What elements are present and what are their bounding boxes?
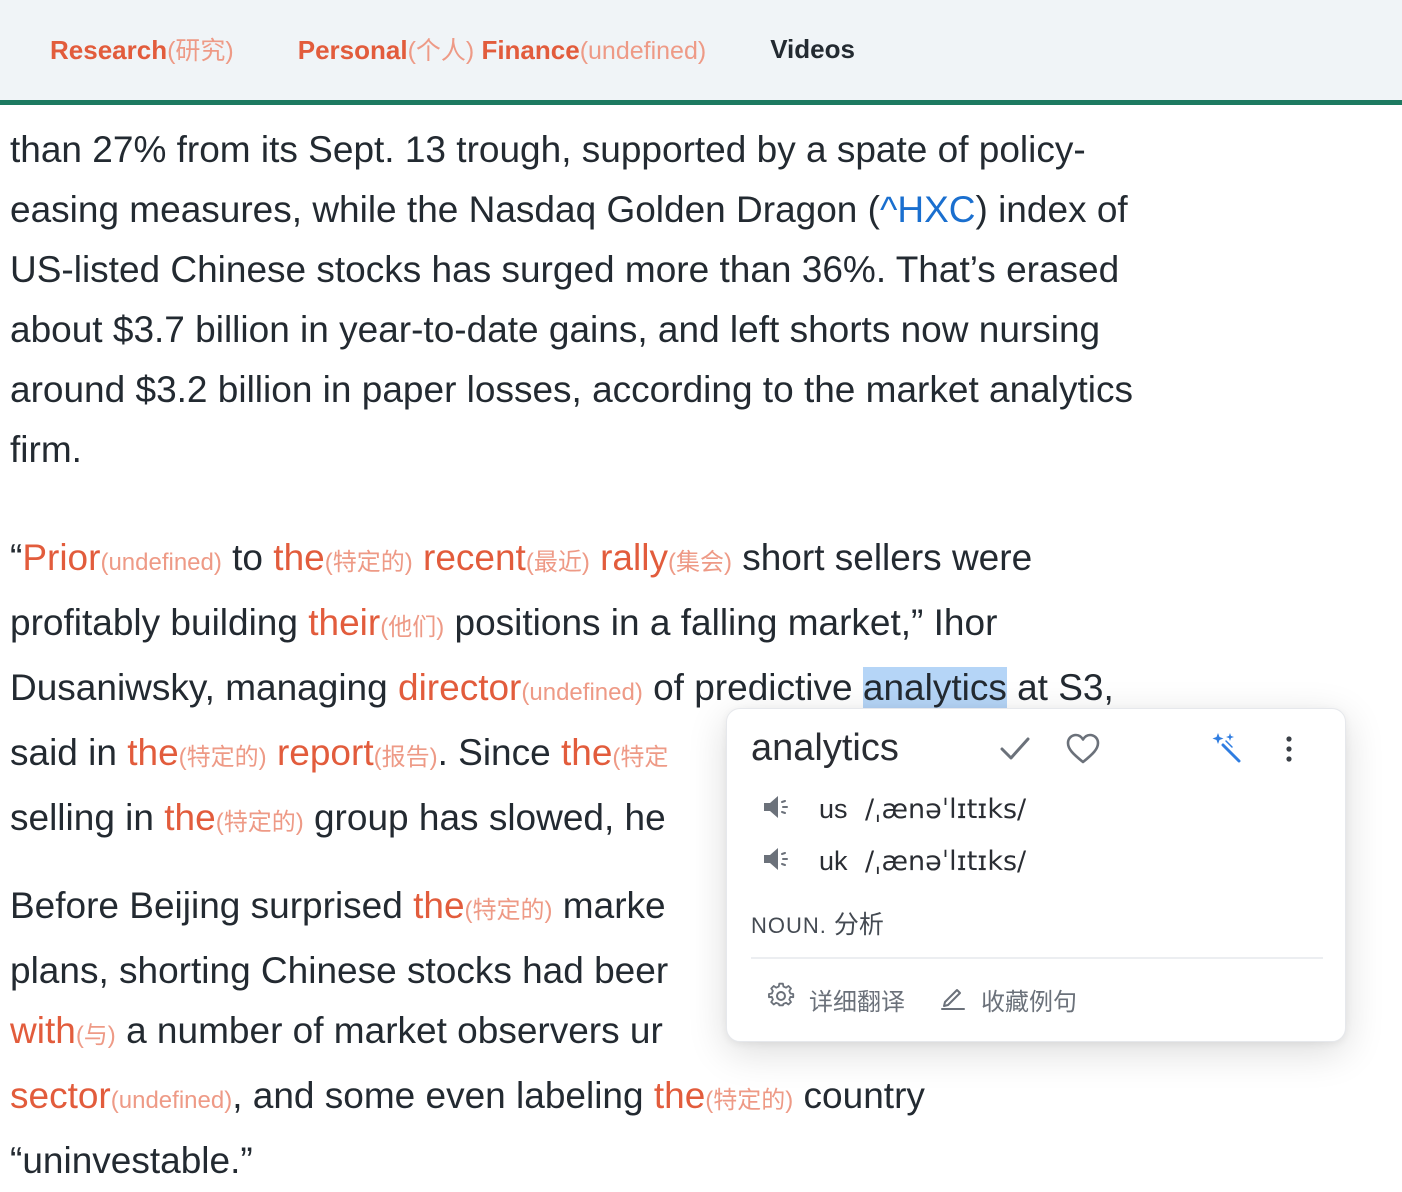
p1-line-6: firm. <box>10 429 82 470</box>
inline-translation: (特定的) <box>324 549 413 576</box>
dictionary-popup: analytics us /ˌænəˈlɪtɪks/ uk /ˌænəˈlɪtɪ… <box>726 708 1346 1042</box>
annotated-word[interactable]: director <box>398 667 521 708</box>
detailed-translation-label: 详细翻译 <box>809 988 905 1016</box>
annotated-word[interactable]: the <box>561 732 612 773</box>
annotated-word[interactable]: with <box>10 1010 76 1051</box>
pronunciation-us[interactable]: us /ˌænəˈlɪtɪks/ <box>761 789 1026 829</box>
annotated-word[interactable]: report <box>277 732 374 773</box>
p1-line-1: than 27% from its Sept. 13 trough, suppo… <box>10 129 1086 170</box>
nav-item-research-label: Research <box>50 35 168 65</box>
annotated-word[interactable]: the <box>164 797 215 838</box>
annotated-word[interactable]: the <box>127 732 178 773</box>
pronunciation-us-label: us <box>819 793 848 824</box>
plain-text: Dusaniwsky, managing <box>10 667 398 708</box>
pronunciation-uk[interactable]: uk /ˌænəˈlɪtɪks/ <box>761 841 1026 881</box>
inline-translation: (他们) <box>380 614 445 641</box>
check-icon[interactable] <box>997 731 1033 772</box>
open-quote: “ <box>10 537 23 578</box>
plain-text: selling in <box>10 797 165 838</box>
speaker-icon[interactable] <box>761 844 791 879</box>
nav-item-finance-translation: (undefined) <box>579 37 707 65</box>
plain-text <box>590 537 600 578</box>
popup-word: analytics <box>751 727 899 769</box>
inline-translation: (特定的) <box>215 809 304 836</box>
hxc-ticker-link[interactable]: ^HXC <box>880 189 975 230</box>
pencil-icon <box>939 982 981 1017</box>
plain-text: positions in a falling market,” Ihor <box>444 602 998 643</box>
annotated-word[interactable]: the <box>413 885 464 926</box>
plain-text: a number of market observers ur <box>115 1010 663 1051</box>
annotated-word[interactable]: their <box>308 602 380 643</box>
speaker-icon[interactable] <box>761 792 791 827</box>
save-example-button[interactable]: 收藏例句 <box>939 979 1077 1019</box>
inline-translation: (undefined) <box>110 1087 233 1114</box>
save-example-label: 收藏例句 <box>981 988 1077 1016</box>
nav-item-research-translation: (研究) <box>167 37 234 65</box>
inline-translation: (特定的) <box>464 897 553 924</box>
annotated-word[interactable]: the <box>654 1075 705 1116</box>
more-vertical-icon[interactable] <box>1279 731 1299 772</box>
inline-translation: (特定的) <box>178 744 267 771</box>
inline-translation: (undefined) <box>521 679 643 706</box>
plain-text: country <box>793 1075 925 1116</box>
p2-line-2: profitably building their(他们) positions … <box>10 593 1114 658</box>
heart-icon[interactable] <box>1065 731 1101 772</box>
pronunciation-uk-ipa: /ˌænəˈlɪtɪks/ <box>865 845 1027 877</box>
part-of-speech-definition: NOUN. 分析 <box>751 905 884 941</box>
page: than 27% from its Sept. 13 trough, suppo… <box>0 0 1402 1192</box>
annotated-word[interactable]: rally <box>600 537 668 578</box>
p1-line-3: US-listed Chinese stocks has surged more… <box>10 249 1120 290</box>
annotated-word[interactable]: sector <box>10 1075 111 1116</box>
plain-text <box>267 732 277 773</box>
plain-text: short sellers were <box>731 537 1033 578</box>
plain-text: group has slowed, he <box>303 797 666 838</box>
nav-item-finance-label: Finance <box>474 35 580 65</box>
annotated-word[interactable]: Prior <box>22 537 100 578</box>
sparkle-magic-icon[interactable] <box>1211 731 1245 770</box>
p3-line-5: “uninvestable.” <box>10 1140 253 1181</box>
inline-translation: (集会) <box>667 549 732 576</box>
pronunciation-us-ipa: /ˌænəˈlɪtɪks/ <box>865 793 1027 825</box>
plain-text: at S3, <box>1006 667 1114 708</box>
nav-item-personal-translation: (个人) <box>407 37 475 65</box>
inline-translation: (undefined) <box>100 549 222 576</box>
inline-translation: (特定的) <box>705 1087 794 1114</box>
nav-item-personal-label: Personal <box>297 35 408 65</box>
annotated-word[interactable]: recent <box>423 537 526 578</box>
plain-text <box>413 537 423 578</box>
top-nav-bar: Research(研究) Personal(个人) Finance(undefi… <box>0 0 1402 100</box>
detailed-translation-button[interactable]: 详细翻译 <box>767 979 905 1019</box>
plain-text: of predictive <box>642 667 863 708</box>
selected-word-analytics[interactable]: analytics <box>862 667 1007 708</box>
plain-text: to <box>221 537 274 578</box>
p1-line-2-text-a: easing measures, while the Nasdaq Golden… <box>10 189 880 230</box>
pos-tag: NOUN. <box>751 913 827 938</box>
plain-text: said in <box>10 732 128 773</box>
plain-text: Before Beijing surprised <box>10 885 414 926</box>
inline-translation: (特定 <box>612 744 669 771</box>
popup-divider <box>751 957 1323 959</box>
pronunciation-uk-label: uk <box>819 845 848 876</box>
inline-translation: (与) <box>75 1022 116 1049</box>
nav-item-research[interactable]: Research(研究) <box>50 31 234 67</box>
p1-line-5: around $3.2 billion in paper losses, acc… <box>10 369 1133 410</box>
p1-line-2: easing measures, while the Nasdaq Golden… <box>10 180 1133 240</box>
p1-line-4: about $3.7 billion in year-to-date gains… <box>10 309 1101 350</box>
nav-item-personal-finance[interactable]: Personal(个人) Finance(undefined) <box>298 31 706 67</box>
gear-icon <box>767 982 809 1017</box>
nav-item-videos[interactable]: Videos <box>770 34 855 65</box>
inline-translation: (最近) <box>525 549 590 576</box>
pos-meaning: 分析 <box>826 911 884 939</box>
p1-line-2-text-b: ) index of <box>975 189 1128 230</box>
plain-text: profitably building <box>10 602 309 643</box>
annotated-word[interactable]: the <box>273 537 324 578</box>
paragraph-1: than 27% from its Sept. 13 trough, suppo… <box>10 120 1133 480</box>
p3-line-4: sector(undefined), and some even labelin… <box>10 1066 925 1131</box>
plain-text: . Since <box>437 732 561 773</box>
p2-line-1: “Prior(undefined) to the(特定的) recent(最近)… <box>10 528 1114 593</box>
inline-translation: (报告) <box>373 744 438 771</box>
plain-text: marke <box>552 885 666 926</box>
nav-underline <box>0 100 1402 105</box>
plain-text: , and some even labeling <box>232 1075 654 1116</box>
